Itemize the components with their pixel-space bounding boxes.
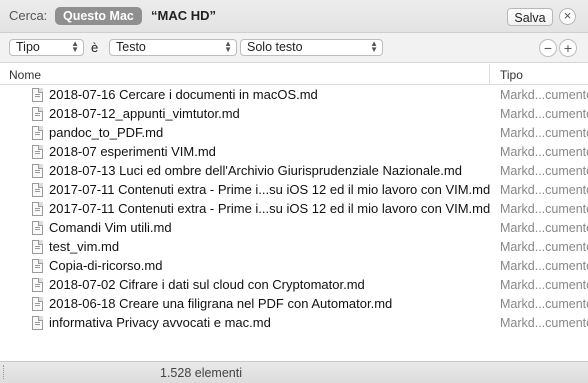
file-type: Markd...cumento: [500, 240, 588, 254]
file-type: Markd...cumento: [500, 164, 588, 178]
updown-arrows-icon: ▲ ▼: [71, 39, 79, 54]
remove-criterion-button[interactable]: −: [539, 39, 557, 57]
file-row[interactable]: 2018-07-02 Cifrare i dati sul cloud con …: [0, 276, 588, 295]
subtype-popup[interactable]: Solo testo ▲ ▼: [240, 39, 383, 56]
file-name: 2018-07 esperimenti VIM.md: [49, 144, 216, 159]
file-row[interactable]: test_vim.md Markd...cumento: [0, 238, 588, 257]
file-row[interactable]: 2018-07-12_appunti_vimtutor.md Markd...c…: [0, 105, 588, 124]
file-name: test_vim.md: [49, 239, 120, 254]
item-count: 1.528 elementi: [160, 366, 243, 380]
search-scope-label: Cerca:: [9, 8, 48, 23]
markdown-file-icon: [32, 297, 43, 311]
markdown-file-icon: [32, 259, 43, 273]
add-criterion-button[interactable]: +: [559, 39, 577, 57]
file-name: Copia-di-ricorso.md: [49, 258, 163, 273]
file-row[interactable]: informativa Privacy avvocati e mac.md Ma…: [0, 314, 588, 333]
markdown-file-icon: [32, 164, 43, 178]
file-row[interactable]: Comandi Vim utili.md Markd...cumento: [0, 219, 588, 238]
file-name: 2017-07-11 Contenuti extra - Prime i...s…: [49, 182, 491, 197]
file-type: Markd...cumento: [500, 259, 588, 273]
markdown-file-icon: [32, 107, 43, 121]
file-name: 2018-07-02 Cifrare i dati sul cloud con …: [49, 277, 365, 292]
search-bar: Cerca: Questo Mac “MAC HD” Salva ×: [0, 0, 588, 33]
file-name: 2017-07-11 Contenuti extra - Prime i...s…: [49, 201, 491, 216]
file-name: 2018-07-12_appunti_vimtutor.md: [49, 106, 240, 121]
file-name: 2018-07-13 Luci ed ombre dell'Archivio G…: [49, 163, 462, 178]
column-header-type[interactable]: Tipo: [500, 68, 523, 82]
file-row[interactable]: 2017-07-11 Contenuti extra - Prime i...s…: [0, 200, 588, 219]
attribute-popup[interactable]: Tipo ▲ ▼: [9, 39, 84, 56]
file-type: Markd...cumento: [500, 88, 588, 102]
file-row[interactable]: 2018-07 esperimenti VIM.md Markd...cumen…: [0, 143, 588, 162]
status-bar: 1.528 elementi: [0, 361, 588, 383]
subtype-popup-label: Solo testo: [247, 40, 303, 54]
file-name: Comandi Vim utili.md: [49, 220, 172, 235]
markdown-file-icon: [32, 202, 43, 216]
attribute-popup-label: Tipo: [16, 40, 40, 54]
markdown-file-icon: [32, 278, 43, 292]
close-icon[interactable]: ×: [559, 8, 576, 25]
scope-this-mac-button[interactable]: Questo Mac: [55, 7, 142, 25]
resize-grip-icon[interactable]: [3, 365, 7, 379]
conjunction-label: è: [91, 40, 99, 55]
file-list: 2018-07-16 Cercare i documenti in macOS.…: [0, 86, 588, 333]
file-type: Markd...cumento: [500, 278, 588, 292]
file-type: Markd...cumento: [500, 316, 588, 330]
file-row[interactable]: 2017-07-11 Contenuti extra - Prime i...s…: [0, 181, 588, 200]
file-type: Markd...cumento: [500, 145, 588, 159]
markdown-file-icon: [32, 145, 43, 159]
markdown-file-icon: [32, 126, 43, 140]
value-popup[interactable]: Testo ▲ ▼: [109, 39, 237, 56]
file-row[interactable]: Copia-di-ricorso.md Markd...cumento: [0, 257, 588, 276]
file-row[interactable]: 2018-07-16 Cercare i documenti in macOS.…: [0, 86, 588, 105]
file-type: Markd...cumento: [500, 183, 588, 197]
file-row[interactable]: 2018-06-18 Creare una filigrana nel PDF …: [0, 295, 588, 314]
file-type: Markd...cumento: [500, 297, 588, 311]
search-criteria-row: Tipo ▲ ▼ è Testo ▲ ▼ Solo testo ▲ ▼ − +: [0, 33, 588, 63]
file-name: 2018-07-16 Cercare i documenti in macOS.…: [49, 87, 318, 102]
column-header-name[interactable]: Nome: [9, 68, 41, 82]
updown-arrows-icon: ▲ ▼: [370, 39, 378, 54]
file-type: Markd...cumento: [500, 126, 588, 140]
save-button[interactable]: Salva: [507, 8, 553, 26]
file-name: 2018-06-18 Creare una filigrana nel PDF …: [49, 296, 393, 311]
markdown-file-icon: [32, 183, 43, 197]
file-type: Markd...cumento: [500, 107, 588, 121]
file-type: Markd...cumento: [500, 221, 588, 235]
updown-arrows-icon: ▲ ▼: [224, 39, 232, 54]
file-name: informativa Privacy avvocati e mac.md: [49, 315, 271, 330]
file-name: pandoc_to_PDF.md: [49, 125, 164, 140]
markdown-file-icon: [32, 88, 43, 102]
file-type: Markd...cumento: [500, 202, 588, 216]
markdown-file-icon: [32, 240, 43, 254]
file-row[interactable]: 2018-07-13 Luci ed ombre dell'Archivio G…: [0, 162, 588, 181]
column-divider[interactable]: [489, 64, 490, 84]
scope-mac-hd-button[interactable]: “MAC HD”: [151, 8, 216, 23]
column-header: Nome Tipo: [0, 64, 588, 85]
markdown-file-icon: [32, 316, 43, 330]
file-row[interactable]: pandoc_to_PDF.md Markd...cumento: [0, 124, 588, 143]
markdown-file-icon: [32, 221, 43, 235]
value-popup-label: Testo: [116, 40, 146, 54]
